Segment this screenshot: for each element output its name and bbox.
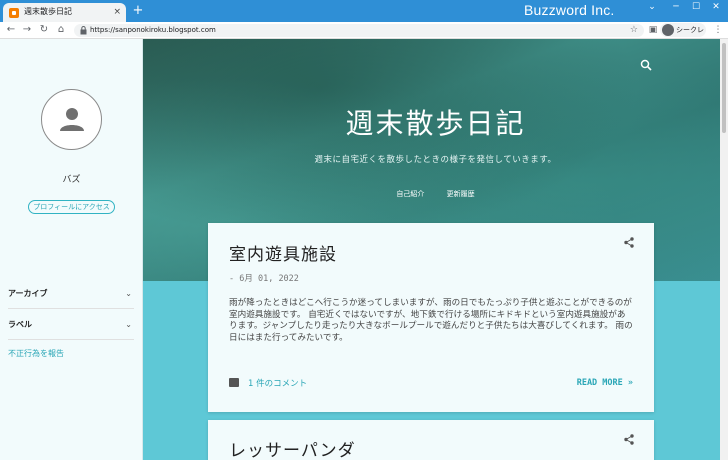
comments-count: 1 件のコメント: [248, 379, 308, 389]
post-title[interactable]: 室内遊具施設: [229, 240, 337, 265]
lock-icon: [80, 26, 87, 35]
comments-link[interactable]: 1 件のコメント: [229, 377, 307, 389]
visit-profile-button[interactable]: プロフィールにアクセス: [28, 200, 115, 214]
post-card: レッサーパンダ: [208, 420, 654, 460]
page-scrollbar[interactable]: [720, 39, 728, 460]
header-nav: 自己紹介 更新履歴: [143, 189, 728, 199]
search-icon[interactable]: [640, 59, 652, 71]
browser-menu-icon[interactable]: ⋮: [711, 23, 725, 37]
chevron-down-icon: ⌄: [125, 320, 132, 329]
tab-title: 週末散歩日記: [24, 7, 72, 16]
side-panel-icon[interactable]: ▣: [646, 23, 660, 37]
browser-toolbar: ← → ↻ ⌂ https://sanponokiroku.blogspot.c…: [0, 22, 728, 48]
nav-link-about[interactable]: 自己紹介: [396, 190, 424, 198]
address-bar[interactable]: https://sanponokiroku.blogspot.com ☆: [74, 24, 644, 37]
page-viewport: 週末散歩日記 週末に自宅近くを散歩したときの様子を発信していきます。 自己紹介 …: [0, 39, 728, 460]
bookmark-star-icon[interactable]: ☆: [630, 24, 638, 37]
forward-button[interactable]: →: [20, 22, 34, 38]
divider: [8, 339, 134, 340]
sidebar-item-label: ラベル: [8, 320, 32, 329]
blog-description: 週末に自宅近くを散歩したときの様子を発信していきます。: [314, 155, 557, 165]
back-button[interactable]: ←: [4, 22, 18, 38]
comment-icon: [229, 378, 239, 387]
incognito-indicator[interactable]: シークレット: [660, 23, 706, 48]
chevron-down-icon: ⌄: [125, 289, 132, 298]
post-date[interactable]: - 6月 01, 2022: [229, 272, 299, 284]
browser-titlebar: 週末散歩日記 × + Buzzword Inc. ⌄ ─ ☐ ✕: [0, 0, 728, 22]
profile-name: バズ: [62, 175, 81, 185]
reload-button[interactable]: ↻: [37, 22, 51, 38]
url-text: https://sanponokiroku.blogspot.com: [90, 26, 216, 34]
brand-label: Buzzword Inc.: [524, 2, 615, 18]
home-button[interactable]: ⌂: [54, 22, 68, 38]
browser-tab[interactable]: 週末散歩日記 ×: [3, 3, 126, 22]
post-title[interactable]: レッサーパンダ: [229, 436, 356, 460]
close-window-button[interactable]: ✕: [704, 0, 728, 14]
tab-search-chevron-icon[interactable]: ⌄: [640, 0, 664, 14]
blog-title[interactable]: 週末散歩日記: [143, 102, 728, 142]
avatar[interactable]: [41, 89, 102, 150]
post-card: 室内遊具施設 - 6月 01, 2022 雨が降ったときはどこへ行こうか迷ってし…: [208, 223, 654, 412]
share-icon[interactable]: [624, 434, 634, 445]
read-more-link[interactable]: READ MORE »: [577, 378, 633, 388]
incognito-icon: [662, 24, 674, 36]
sidebar-item-labels[interactable]: ラベル ⌄: [8, 318, 134, 332]
post-snippet: 雨が降ったときはどこへ行こうか迷ってしまいますが、雨の日でもたっぷり子供と遊ぶこ…: [229, 298, 633, 343]
sidebar: バズ プロフィールにアクセス アーカイブ ⌄ ラベル ⌄ 不正行為を報告: [0, 39, 143, 460]
divider: [8, 308, 134, 309]
blogger-favicon-icon: [9, 8, 19, 18]
sidebar-item-archive[interactable]: アーカイブ ⌄: [8, 287, 134, 301]
tab-close-icon[interactable]: ×: [113, 5, 121, 19]
scrollbar-thumb[interactable]: [722, 43, 726, 133]
nav-link-history[interactable]: 更新履歴: [447, 190, 475, 198]
report-abuse-link[interactable]: 不正行為を報告: [8, 348, 64, 359]
new-tab-button[interactable]: +: [131, 3, 145, 19]
person-icon: [60, 108, 84, 131]
share-icon[interactable]: [624, 237, 634, 248]
sidebar-item-label: アーカイブ: [8, 289, 48, 298]
